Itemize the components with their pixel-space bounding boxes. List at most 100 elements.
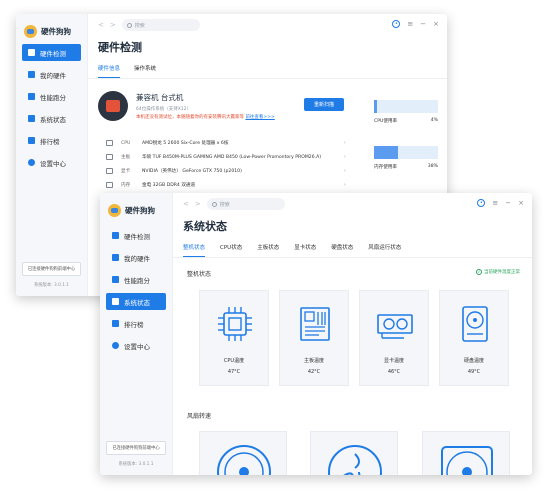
tab-fan-status[interactable]: 风扇运行状态 [368,243,401,257]
close-icon[interactable]: × [433,20,439,28]
sidebar-footer: 已连接硬件狗狗前端中心 系统版本: 3.0.1.1 [106,441,166,467]
pc-name: 兼容机 台式机 [136,93,184,102]
sidebar-item-ranking[interactable]: 排行榜 [22,132,81,149]
status-icon [28,115,35,122]
sidebar-item-hardware-detect[interactable]: 硬件检测 [106,227,166,244]
sidebar-nav: 硬件检测 我的硬件 性能跑分 系统状态 排行榜 设置中心 [16,44,87,171]
sidebar: 硬件狗狗 硬件检测 我的硬件 性能跑分 系统状态 排行榜 设置中心 已连接硬件狗… [100,193,173,475]
sidebar-item-my-hardware[interactable]: 我的硬件 [22,66,81,83]
minimize-icon[interactable]: − [420,20,426,28]
search-input[interactable]: 搜索 [121,19,200,31]
cpu-usage: CPU使用率 4% [374,100,438,124]
forward-arrow-icon[interactable]: > [110,21,116,29]
search-placeholder: 搜索 [134,22,145,29]
tab-disk-status[interactable]: 硬盘状态 [331,243,353,257]
tab-cpu-status[interactable]: CPU状态 [220,243,242,257]
memory-usage-bar [374,146,438,159]
sidebar-item-settings[interactable]: 设置中心 [22,154,81,171]
hardware-key: 主板 [121,155,131,160]
close-icon[interactable]: × [518,199,524,207]
chevron-right-icon: › [343,140,346,146]
usage-value: 4% [430,118,438,123]
search-input[interactable]: 搜索 [206,198,285,210]
hardware-row-gpu[interactable]: 显卡 NVIDIA（英伟达） GeForce GTX 750 (p2010) › [106,164,346,178]
tab-hardware-info[interactable]: 硬件信息 [98,64,121,78]
sidebar-item-settings[interactable]: 设置中心 [106,337,166,354]
tab-motherboard-status[interactable]: 主板状态 [257,243,279,257]
chart-icon [112,276,119,283]
fan-icon [328,445,382,475]
sidebar-item-label: 设置中心 [124,342,150,351]
tab-gpu-status[interactable]: 显卡状态 [294,243,316,257]
temp-value: 46°C [387,369,401,375]
temp-card-gpu: 显卡温度 46°C [359,290,429,386]
motherboard-icon [106,154,113,160]
tab-bar: 硬件信息 操作系统 [88,64,447,79]
user-icon[interactable]: • [477,199,486,207]
sidebar-item-system-status[interactable]: 系统状态 [106,293,166,310]
temp-card-motherboard: 主板温度 42°C [279,290,349,386]
memory-usage: 内存使用率 38% [374,146,438,170]
cpu-icon [106,140,113,146]
settings-icon [112,342,119,349]
menu-icon[interactable]: ≡ [407,20,413,28]
tab-machine-status[interactable]: 整机状态 [183,243,206,257]
hardware-row-memory[interactable]: 内存 金电 32GB DDR4 双通道 › [106,178,346,192]
computer-icon [98,91,128,121]
hardware-value: 金电 32GB DDR4 双通道 [142,183,196,188]
sidebar-item-ranking[interactable]: 排行榜 [106,315,166,332]
fan-card [310,431,398,475]
chevron-right-icon: › [343,168,346,174]
connect-center-button[interactable]: 已连接硬件狗狗前端中心 [22,262,81,276]
cpu-usage-fill [374,100,377,113]
sidebar-item-label: 我的硬件 [124,254,150,263]
sidebar-item-my-hardware[interactable]: 我的硬件 [106,249,166,266]
dog-logo-icon [24,25,37,38]
pc-warning-link[interactable]: 前往查看>>> [245,115,274,120]
page-title: 系统状态 [183,220,227,233]
back-arrow-icon[interactable]: < [183,200,189,208]
menu-icon[interactable]: ≡ [492,199,498,207]
hardware-row-motherboard[interactable]: 主板 华硕 TUF B450M-PLUS GAMING AMD B450 (Low… [106,150,346,164]
harddisk-icon [462,306,488,342]
memory-icon [106,182,113,188]
user-icon[interactable]: • [392,20,401,28]
hardware-value: 华硕 TUF B450M-PLUS GAMING AMD B450 (Low-P… [142,155,322,160]
check-circle-icon: ✓ [476,269,482,275]
cpu-icon [218,307,252,341]
ranking-icon [112,320,119,327]
chevron-right-icon: › [343,154,346,160]
sidebar-item-benchmark[interactable]: 性能跑分 [22,88,81,105]
system-status-window: 硬件狗狗 硬件检测 我的硬件 性能跑分 系统状态 排行榜 设置中心 已连接硬件狗… [100,193,532,475]
temp-label: CPU温度 [223,358,245,364]
rescan-button[interactable]: 重新扫描 [304,98,344,111]
sidebar-item-hardware-detect[interactable]: 硬件检测 [22,44,81,61]
connect-center-button[interactable]: 已连接硬件狗狗前端中心 [106,441,166,455]
forward-arrow-icon[interactable]: > [195,200,201,208]
back-arrow-icon[interactable]: < [98,21,104,29]
sidebar-item-label: 系统状态 [124,298,150,307]
fan-card [422,431,510,475]
tab-operating-system[interactable]: 操作系统 [134,64,156,78]
sidebar-item-benchmark[interactable]: 性能跑分 [106,271,166,288]
memory-usage-fill [374,146,399,159]
window-controls: • ≡ − × [392,20,439,28]
temp-value: 47°C [227,369,241,375]
main-content: < > 搜索 • ≡ − × 系统状态 整机状态 CPU状态 主板状态 显卡状态 [173,193,532,475]
sidebar-item-label: 硬件检测 [40,49,66,58]
phone-icon [28,71,35,78]
hardware-row-cpu[interactable]: CPU AMD锐龙 5 2600 Six-Core 处理器 x 6核 › [106,136,346,150]
minimize-icon[interactable]: − [505,199,511,207]
sidebar-item-system-status[interactable]: 系统状态 [22,110,81,127]
top-bar: < > 搜索 • ≡ − × [173,193,532,215]
sidebar-nav: 硬件检测 我的硬件 性能跑分 系统状态 排行榜 设置中心 [100,227,172,354]
pc-warning: 本机还没有测试位，本随随着你的有安装腾讯大赢家等 前往查看>>> [136,114,275,120]
usage-value: 38% [427,164,438,169]
search-icon [126,22,132,28]
cpu-usage-bar [374,100,438,113]
hardware-key: 显卡 [121,169,131,174]
app-logo: 硬件狗狗 [16,14,87,40]
sidebar-item-label: 我的硬件 [40,71,66,80]
temp-label: 显卡温度 [383,358,404,364]
temp-card-cpu: CPU温度 47°C [199,290,269,386]
